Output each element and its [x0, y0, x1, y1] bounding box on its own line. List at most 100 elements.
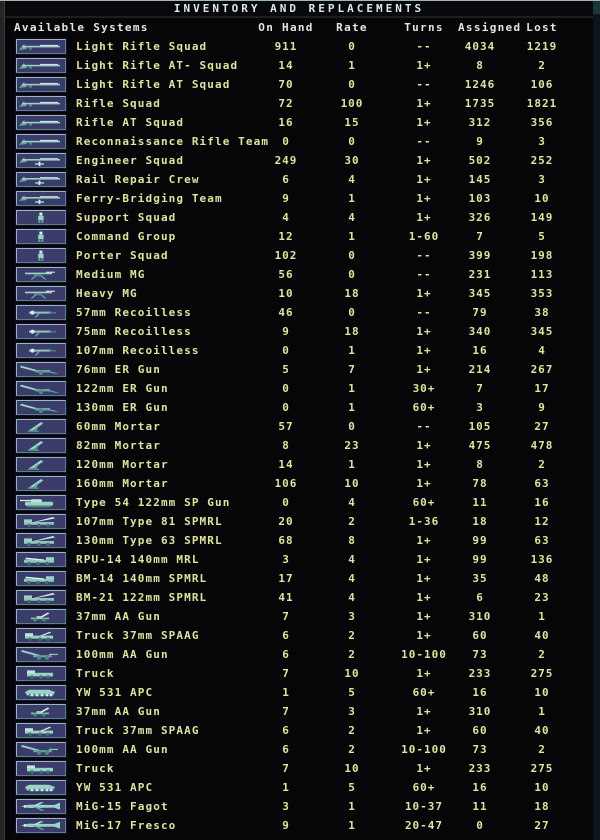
unit-icon-button[interactable]	[16, 58, 66, 73]
unit-icon-button[interactable]	[16, 39, 66, 54]
mortar-icon	[18, 439, 64, 452]
system-name: Truck 37mm SPAAG	[76, 629, 200, 642]
apc-icon	[18, 781, 64, 794]
field-gun-icon	[18, 382, 64, 395]
engineer-rifle-icon	[18, 192, 64, 205]
field-gun-icon	[18, 363, 64, 376]
assigned-value: 7	[476, 230, 484, 243]
lost-value: 149	[530, 211, 554, 224]
unit-icon-button[interactable]	[16, 514, 66, 529]
on-hand-value: 6	[282, 743, 290, 756]
turns-value: --	[416, 420, 432, 433]
assigned-value: 231	[468, 268, 492, 281]
assigned-value: 3	[476, 401, 484, 414]
table-row: 100mm AA Gun 6 2 10-100 73 2	[5, 645, 592, 664]
lost-value: 63	[534, 534, 550, 547]
assigned-value: 4034	[464, 40, 496, 53]
spaag-icon	[18, 629, 64, 642]
unit-icon-button[interactable]	[16, 723, 66, 738]
assigned-value: 78	[472, 477, 488, 490]
turns-value: --	[416, 40, 432, 53]
assigned-value: 475	[468, 439, 492, 452]
unit-icon-button[interactable]	[16, 552, 66, 567]
lost-value: 4	[538, 344, 546, 357]
table-row: 57mm Recoilless 46 0 -- 79 38	[5, 303, 592, 322]
unit-icon-button[interactable]	[16, 229, 66, 244]
lost-value: 16	[534, 496, 550, 509]
window-top-highlight	[0, 0, 600, 1]
unit-icon-button[interactable]	[16, 362, 66, 377]
unit-icon-button[interactable]	[16, 571, 66, 586]
table-row: 76mm ER Gun 5 7 1+ 214 267	[5, 360, 592, 379]
unit-icon-button[interactable]	[16, 742, 66, 757]
rate-value: 5	[348, 781, 356, 794]
unit-icon-button[interactable]	[16, 761, 66, 776]
unit-icon-button[interactable]	[16, 343, 66, 358]
assigned-value: 99	[472, 534, 488, 547]
rifle-icon	[18, 59, 64, 72]
unit-icon-button[interactable]	[16, 153, 66, 168]
lost-value: 27	[534, 420, 550, 433]
table-row: Rifle AT Squad 16 15 1+ 312 356	[5, 113, 592, 132]
unit-icon-button[interactable]	[16, 172, 66, 187]
unit-icon-button[interactable]	[16, 400, 66, 415]
system-name: YW 531 APC	[76, 686, 154, 699]
unit-icon-button[interactable]	[16, 115, 66, 130]
unit-icon-button[interactable]	[16, 495, 66, 510]
assigned-value: 345	[468, 287, 492, 300]
unit-icon-button[interactable]	[16, 210, 66, 225]
unit-icon-button[interactable]	[16, 191, 66, 206]
lost-value: 17	[534, 382, 550, 395]
unit-icon-button[interactable]	[16, 419, 66, 434]
unit-icon-button[interactable]	[16, 96, 66, 111]
unit-icon-button[interactable]	[16, 77, 66, 92]
on-hand-value: 249	[274, 154, 298, 167]
table-row: 130mm ER Gun 0 1 60+ 3 9	[5, 398, 592, 417]
unit-icon-button[interactable]	[16, 438, 66, 453]
unit-icon-button[interactable]	[16, 476, 66, 491]
unit-icon-button[interactable]	[16, 799, 66, 814]
rate-value: 4	[348, 496, 356, 509]
unit-icon-button[interactable]	[16, 267, 66, 282]
table-row: BM-14 140mm SPMRL 17 4 1+ 35 48	[5, 569, 592, 588]
turns-value: 60+	[412, 496, 436, 509]
unit-icon-button[interactable]	[16, 704, 66, 719]
rocket-truck-icon	[18, 515, 64, 528]
unit-icon-button[interactable]	[16, 286, 66, 301]
table-row: 75mm Recoilless 9 18 1+ 340 345	[5, 322, 592, 341]
assigned-value: 6	[476, 591, 484, 604]
unit-icon-button[interactable]	[16, 381, 66, 396]
unit-icon-button[interactable]	[16, 134, 66, 149]
table-row: Truck 37mm SPAAG 6 2 1+ 60 40	[5, 721, 592, 740]
unit-icon-button[interactable]	[16, 647, 66, 662]
unit-icon-button[interactable]	[16, 609, 66, 624]
unit-icon-button[interactable]	[16, 818, 66, 833]
system-name: Command Group	[76, 230, 177, 243]
unit-icon-button[interactable]	[16, 457, 66, 472]
unit-icon-button[interactable]	[16, 685, 66, 700]
unit-icon-button[interactable]	[16, 324, 66, 339]
unit-icon-button[interactable]	[16, 780, 66, 795]
on-hand-value: 41	[278, 591, 294, 604]
unit-icon-button[interactable]	[16, 305, 66, 320]
unit-icon-button[interactable]	[16, 628, 66, 643]
unit-icon-button[interactable]	[16, 590, 66, 605]
assigned-value: 310	[468, 610, 492, 623]
unit-icon-button[interactable]	[16, 533, 66, 548]
rate-value: 7	[348, 363, 356, 376]
system-name: Light Rifle AT Squad	[76, 78, 231, 91]
on-hand-value: 0	[282, 135, 290, 148]
engineer-rifle-icon	[18, 154, 64, 167]
assigned-value: 502	[468, 154, 492, 167]
lost-value: 1821	[526, 97, 558, 110]
assigned-value: 145	[468, 173, 492, 186]
table-row: Porter Squad 102 0 -- 399 198	[5, 246, 592, 265]
assigned-value: 73	[472, 743, 488, 756]
rate-value: 1	[348, 230, 356, 243]
unit-icon-button[interactable]	[16, 248, 66, 263]
window-left-edge	[0, 0, 5, 840]
turns-value: 1+	[416, 287, 432, 300]
assigned-value: 103	[468, 192, 492, 205]
rate-value: 30	[344, 154, 360, 167]
unit-icon-button[interactable]	[16, 666, 66, 681]
